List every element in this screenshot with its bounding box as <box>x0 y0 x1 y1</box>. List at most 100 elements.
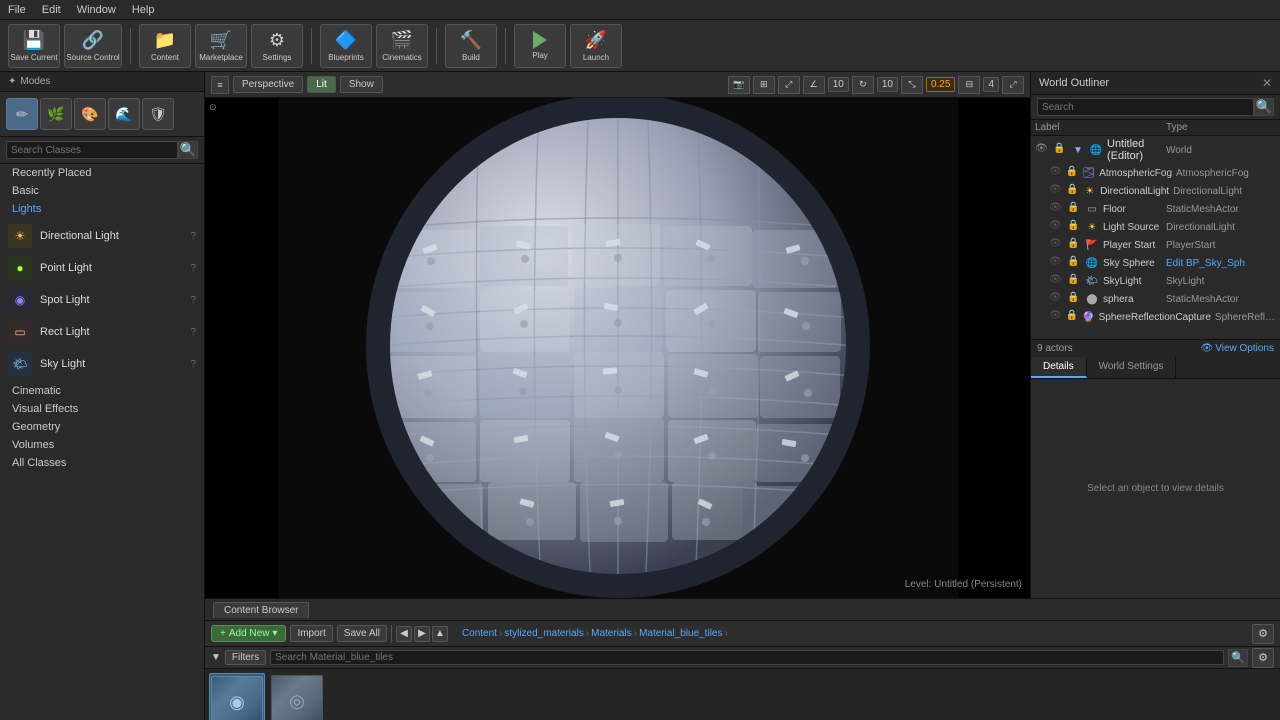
eye-icon-light-source[interactable]: 👁 <box>1049 220 1063 234</box>
add-new-button[interactable]: + Add New ▾ <box>211 625 286 642</box>
nav-item-geometry[interactable]: Geometry <box>0 418 204 436</box>
search-classes-button[interactable]: 🔍 <box>178 141 198 159</box>
breadcrumb-up-btn[interactable]: ▲ <box>432 626 448 642</box>
eye-icon-world[interactable]: 👁 <box>1035 143 1049 157</box>
play-button[interactable]: Play <box>514 24 566 68</box>
outliner-item-world[interactable]: 👁 🔒 ▼ 🌐 Untitled (Editor) World <box>1031 136 1280 164</box>
outliner-sky-sphere-type[interactable]: Edit BP_Sky_Sph <box>1166 258 1276 269</box>
sky-light-info[interactable]: ? <box>190 359 196 370</box>
point-light-item[interactable]: ● Point Light ? <box>0 252 204 284</box>
breadcrumb-forward-btn[interactable]: ▶ <box>414 626 430 642</box>
eye-icon-player[interactable]: 👁 <box>1049 238 1063 252</box>
vp-grid-icon[interactable]: ⊞ <box>753 76 775 94</box>
breadcrumb-back-btn[interactable]: ◀ <box>396 626 412 642</box>
perspective-btn[interactable]: Perspective <box>233 76 303 93</box>
lock-icon-player[interactable]: 🔒 <box>1067 238 1081 252</box>
outliner-item-player-start[interactable]: 👁 🔒 🚩 Player Start PlayerStart <box>1031 236 1280 254</box>
lock-icon-world[interactable]: 🔒 <box>1053 143 1067 157</box>
eye-icon-atm[interactable]: 👁 <box>1049 166 1062 180</box>
menu-file[interactable]: File <box>8 4 26 16</box>
lock-icon-atm[interactable]: 🔒 <box>1066 166 1079 180</box>
vp-snap-icon[interactable]: ⤢ <box>778 76 800 94</box>
outliner-view-options-btn[interactable]: 👁 View Options <box>1201 343 1274 354</box>
menu-help[interactable]: Help <box>132 4 155 16</box>
vp-restore-icon[interactable]: ⤢ <box>1002 76 1024 94</box>
outliner-item-dir-light[interactable]: 👁 🔒 ☀ DirectionalLight DirectionalLight <box>1031 182 1280 200</box>
menu-edit[interactable]: Edit <box>42 4 61 16</box>
directional-light-info[interactable]: ? <box>190 231 196 242</box>
sky-light-item[interactable]: 🌤 Sky Light ? <box>0 348 204 380</box>
source-control-button[interactable]: 🔗 Source Control <box>64 24 122 68</box>
nav-item-visual-effects[interactable]: Visual Effects <box>0 400 204 418</box>
nav-item-basic[interactable]: Basic <box>0 182 204 200</box>
vp-rotate-val[interactable]: 10 <box>877 77 898 92</box>
build-button[interactable]: 🔨 Build <box>445 24 497 68</box>
rect-light-item[interactable]: ▭ Rect Light ? <box>0 316 204 348</box>
breadcrumb-materials[interactable]: Materials <box>591 628 632 639</box>
mode-placement[interactable]: ✏ <box>6 98 38 130</box>
content-button[interactable]: 📁 Content <box>139 24 191 68</box>
filters-button[interactable]: Filters <box>225 650 266 665</box>
import-button[interactable]: Import <box>290 625 332 642</box>
outliner-item-light-source[interactable]: 👁 🔒 ☀ Light Source DirectionalLight <box>1031 218 1280 236</box>
eye-icon-dir[interactable]: 👁 <box>1049 184 1062 198</box>
cinematics-button[interactable]: 🎬 Cinematics <box>376 24 428 68</box>
search-classes-input[interactable] <box>6 141 178 159</box>
lock-icon-light-source[interactable]: 🔒 <box>1067 220 1081 234</box>
menu-window[interactable]: Window <box>77 4 116 16</box>
mode-geometry[interactable]: 🛡 <box>142 98 174 130</box>
content-item-blue-tiles-inst[interactable]: ◎ M_blue_tiles _inst <box>269 673 325 720</box>
mode-paint[interactable]: 🌿 <box>40 98 72 130</box>
outliner-item-sky-sphere[interactable]: 👁 🔒 🌐 Sky Sphere Edit BP_Sky_Sph <box>1031 254 1280 272</box>
vp-grid-size[interactable]: 10 <box>828 77 849 92</box>
mode-landscape[interactable]: 🎨 <box>74 98 106 130</box>
directional-light-item[interactable]: ☀ Directional Light ? <box>0 220 204 252</box>
point-light-info[interactable]: ? <box>190 263 196 274</box>
vp-menu-btn[interactable]: ≡ <box>211 76 229 94</box>
outliner-search-button[interactable]: 🔍 <box>1254 98 1274 116</box>
vp-angle-icon[interactable]: ∠ <box>803 76 825 94</box>
lock-icon-sky-sphere[interactable]: 🔒 <box>1067 256 1081 270</box>
vp-max-icon[interactable]: ⊟ <box>958 76 980 94</box>
lock-icon-reflect[interactable]: 🔒 <box>1066 310 1078 324</box>
nav-item-lights[interactable]: Lights <box>0 200 204 218</box>
launch-button[interactable]: 🚀 Launch <box>570 24 622 68</box>
lit-btn[interactable]: Lit <box>307 76 336 93</box>
save-current-button[interactable]: 💾 Save Current <box>8 24 60 68</box>
vp-rotate-icon[interactable]: ↻ <box>852 76 874 94</box>
eye-icon-sky-sphere[interactable]: 👁 <box>1049 256 1063 270</box>
nav-item-all-classes[interactable]: All Classes <box>0 454 204 472</box>
content-item-blue-tiles-1[interactable]: ◉ M_blue_tiles <box>209 673 265 720</box>
marketplace-button[interactable]: 🛒 Marketplace <box>195 24 247 68</box>
viewport-canvas[interactable]: ⊙ Level: Untitled (Persistent) <box>205 98 1030 598</box>
vp-scale-val[interactable]: 0.25 <box>926 77 955 92</box>
vp-camera-icon[interactable]: 📷 <box>728 76 750 94</box>
nav-item-recently-placed[interactable]: Recently Placed <box>0 164 204 182</box>
content-search-input[interactable] <box>270 650 1224 665</box>
outliner-item-sphere-reflect[interactable]: 👁 🔒 🔮 SphereReflectionCapture SphereRefl… <box>1031 308 1280 326</box>
spot-light-info[interactable]: ? <box>190 295 196 306</box>
outliner-item-atm-fog[interactable]: 👁 🔒 🌫 AtmosphericFog AtmosphericFog <box>1031 164 1280 182</box>
eye-icon-sphera[interactable]: 👁 <box>1049 292 1063 306</box>
vp-max-val[interactable]: 4 <box>983 77 999 92</box>
outliner-close-btn[interactable]: ✕ <box>1262 76 1272 90</box>
tab-world-settings[interactable]: World Settings <box>1087 357 1177 378</box>
outliner-search-input[interactable] <box>1037 98 1254 116</box>
content-browser-tab[interactable]: Content Browser <box>213 602 309 618</box>
outliner-item-floor[interactable]: 👁 🔒 ▭ Floor StaticMeshActor <box>1031 200 1280 218</box>
tab-details[interactable]: Details <box>1031 357 1087 378</box>
breadcrumb-stylized[interactable]: stylized_materials <box>504 628 583 639</box>
content-browser-settings-btn[interactable]: ⚙ <box>1252 624 1274 644</box>
content-search-button[interactable]: 🔍 <box>1228 649 1248 667</box>
lock-icon-floor[interactable]: 🔒 <box>1067 202 1081 216</box>
eye-icon-sky-light[interactable]: 👁 <box>1049 274 1063 288</box>
rect-light-info[interactable]: ? <box>190 327 196 338</box>
save-all-button[interactable]: Save All <box>337 625 387 642</box>
spot-light-item[interactable]: ◉ Spot Light ? <box>0 284 204 316</box>
breadcrumb-blue-tiles[interactable]: Material_blue_tiles <box>639 628 722 639</box>
eye-icon-floor[interactable]: 👁 <box>1049 202 1063 216</box>
breadcrumb-content[interactable]: Content <box>462 628 497 639</box>
eye-icon-reflect[interactable]: 👁 <box>1049 310 1062 324</box>
vp-scale-icon[interactable]: ⤡ <box>901 76 923 94</box>
lock-icon-dir[interactable]: 🔒 <box>1066 184 1079 198</box>
